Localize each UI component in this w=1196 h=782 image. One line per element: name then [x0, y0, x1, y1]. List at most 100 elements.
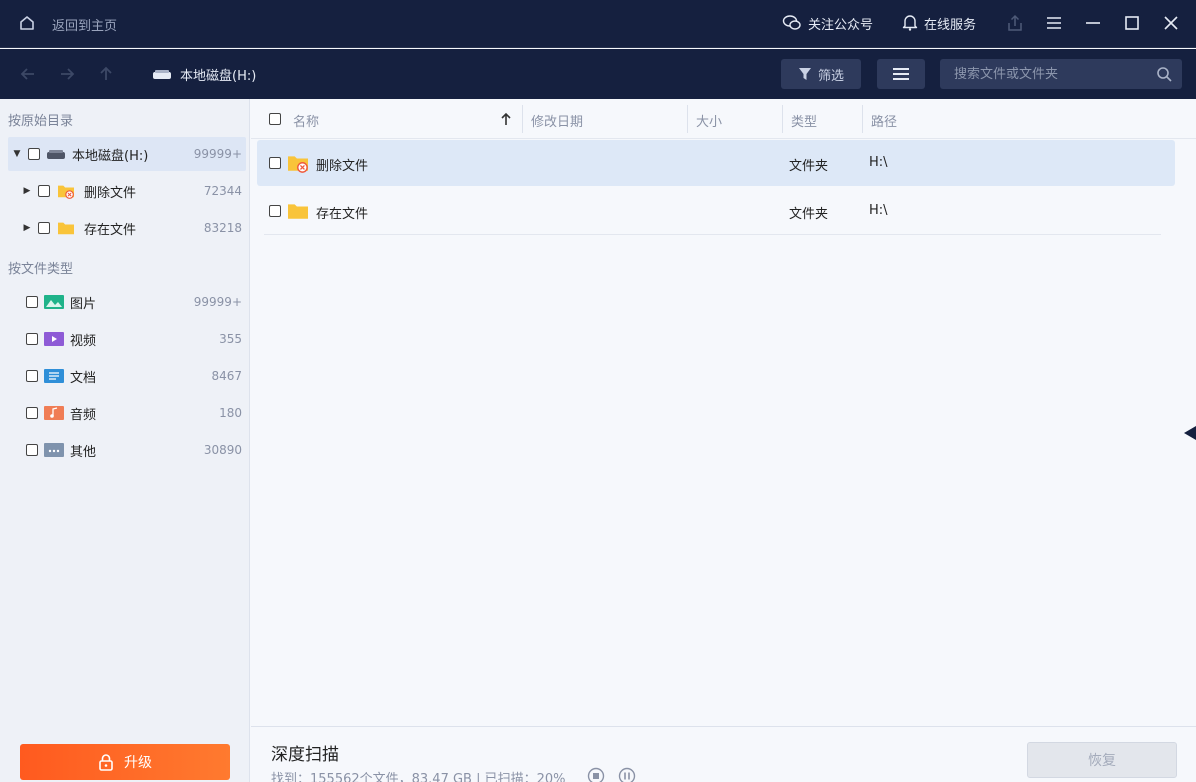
search-icon[interactable] [1156, 66, 1172, 82]
other-icon [44, 443, 64, 457]
item-count: 72344 [203, 184, 242, 198]
caret-right-icon[interactable]: ▶ [22, 186, 32, 196]
online-service-label: 在线服务 [924, 17, 977, 33]
filter-label: 筛选 [817, 68, 844, 84]
breadcrumb-drive-label[interactable]: 本地磁盘(H:) [180, 65, 256, 84]
item-count: 355 [219, 332, 242, 346]
item-count: 99999+ [193, 295, 242, 309]
folder-icon [288, 204, 308, 219]
checkbox[interactable] [38, 185, 50, 197]
type-item-label: 视频 [70, 333, 97, 349]
cell-type: 文件夹 [789, 159, 829, 174]
drive-icon [153, 69, 171, 79]
cell-type: 文件夹 [789, 207, 829, 222]
minimize-icon [1086, 22, 1100, 24]
upgrade-label: 升级 [124, 755, 152, 771]
column-name[interactable]: 名称 [293, 111, 319, 130]
pause-icon[interactable] [618, 767, 636, 782]
navigation-bar: 本地磁盘(H:) 筛选 [0, 49, 1196, 99]
item-count: 8467 [211, 369, 242, 383]
column-divider[interactable] [522, 105, 523, 133]
item-count: 180 [219, 406, 242, 420]
share-icon [1008, 14, 1022, 31]
video-icon [44, 332, 64, 346]
collapse-panel-icon[interactable] [1182, 425, 1196, 441]
column-type[interactable]: 类型 [791, 111, 817, 130]
filter-button[interactable]: 筛选 [781, 59, 861, 89]
section-original-directory: 按原始目录 [8, 114, 74, 129]
tree-item-label: 本地磁盘(H:) [72, 148, 149, 164]
minimize-button[interactable] [1083, 13, 1103, 33]
cell-path: H:\ [869, 155, 888, 170]
checkbox[interactable] [26, 444, 38, 456]
deleted-folder-icon [58, 185, 74, 199]
follow-account-button[interactable]: 关注公众号 [782, 13, 873, 33]
checkbox[interactable] [38, 222, 50, 234]
caret-down-icon[interactable]: ▼ [12, 149, 22, 159]
column-size[interactable]: 大小 [696, 111, 722, 130]
document-icon [44, 369, 64, 383]
type-item-images[interactable]: 图片 99999+ [8, 285, 246, 319]
folder-icon [58, 222, 74, 235]
column-divider[interactable] [687, 105, 688, 133]
checkbox[interactable] [26, 407, 38, 419]
item-count: 83218 [203, 221, 242, 235]
main-menu-button[interactable] [1044, 13, 1064, 33]
type-item-other[interactable]: 其他 30890 [8, 433, 246, 467]
tree-item-drive[interactable]: ▼ 本地磁盘(H:) 99999+ [8, 137, 246, 171]
sort-ascending-icon[interactable] [500, 112, 512, 126]
section-file-type: 按文件类型 [8, 262, 74, 277]
cell-name: 存在文件 [316, 207, 369, 222]
type-item-documents[interactable]: 文档 8467 [8, 359, 246, 393]
row-checkbox[interactable] [269, 205, 281, 217]
image-icon [44, 295, 64, 309]
home-icon[interactable] [18, 14, 36, 32]
up-arrow-icon[interactable] [96, 64, 116, 84]
checkbox[interactable] [26, 333, 38, 345]
search-box [940, 59, 1182, 89]
row-divider [264, 234, 1161, 235]
close-icon [1164, 16, 1178, 30]
deleted-folder-icon [288, 156, 308, 173]
forward-arrow-icon[interactable] [57, 64, 77, 84]
select-all-checkbox[interactable] [269, 113, 281, 125]
column-divider[interactable] [782, 105, 783, 133]
breadcrumb: 本地磁盘(H:) [152, 65, 256, 84]
row-checkbox[interactable] [269, 157, 281, 169]
item-count: 99999+ [193, 147, 242, 161]
back-arrow-icon[interactable] [18, 64, 38, 84]
view-menu-button[interactable] [877, 59, 925, 89]
maximize-button[interactable] [1122, 13, 1142, 33]
column-path[interactable]: 路径 [871, 111, 897, 130]
back-to-home-link[interactable]: 返回到主页 [52, 15, 117, 34]
column-divider[interactable] [862, 105, 863, 133]
type-item-videos[interactable]: 视频 355 [8, 322, 246, 356]
checkbox[interactable] [26, 370, 38, 382]
hamburger-icon [1047, 17, 1061, 29]
item-count: 30890 [203, 443, 242, 457]
wechat-icon [782, 15, 801, 30]
follow-account-label: 关注公众号 [808, 17, 874, 33]
stop-icon[interactable] [587, 767, 605, 782]
cell-path: H:\ [869, 203, 888, 218]
checkbox[interactable] [28, 148, 40, 160]
tree-item-deleted-files[interactable]: ▶ 删除文件 72344 [8, 174, 246, 208]
tree-item-existing-files[interactable]: ▶ 存在文件 83218 [8, 211, 246, 245]
scan-progress-text: 找到：155562个文件，83.47 GB | 已扫描：20% [271, 772, 566, 782]
online-service-button[interactable]: 在线服务 [902, 13, 976, 33]
table-row[interactable]: 存在文件 文件夹 H:\ [257, 188, 1175, 234]
caret-right-icon[interactable]: ▶ [22, 223, 32, 233]
search-input[interactable] [940, 59, 1150, 89]
scan-status-bar: 深度扫描 找到：155562个文件，83.47 GB | 已扫描：20% 恢复 [251, 726, 1196, 782]
sidebar: 按原始目录 ▼ 本地磁盘(H:) 99999+ ▶ 删除文件 72344 ▶ 存… [0, 99, 250, 782]
upgrade-button[interactable]: 升级 [20, 744, 230, 780]
close-button[interactable] [1161, 13, 1181, 33]
column-modified-date[interactable]: 修改日期 [531, 111, 583, 130]
checkbox[interactable] [26, 296, 38, 308]
table-row[interactable]: 删除文件 文件夹 H:\ [257, 140, 1175, 186]
share-button[interactable] [1005, 13, 1025, 33]
tree-item-label: 删除文件 [84, 185, 137, 201]
recover-button[interactable]: 恢复 [1027, 742, 1177, 778]
drive-icon [47, 150, 65, 159]
type-item-audio[interactable]: 音频 180 [8, 396, 246, 430]
